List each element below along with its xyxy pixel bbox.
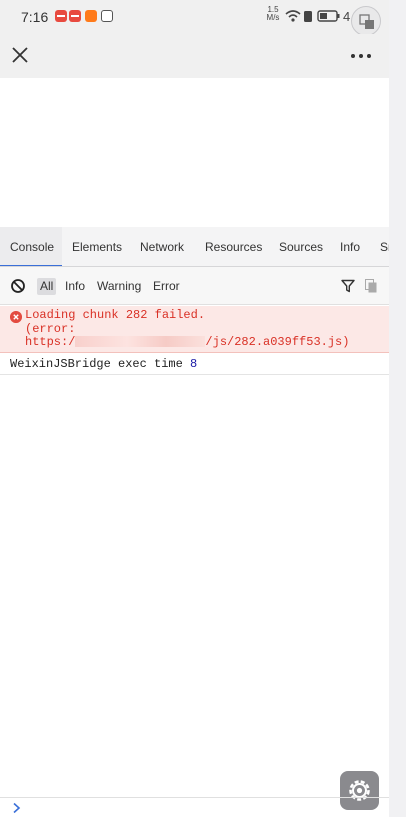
log-value: 8 xyxy=(190,357,198,371)
clear-console-icon[interactable] xyxy=(10,278,26,294)
filter-info[interactable]: Info xyxy=(65,278,85,295)
log-text: WeixinJSBridge exec time xyxy=(10,357,191,371)
error-line-1: Loading chunk 282 failed. xyxy=(25,308,206,322)
tab-resources[interactable]: Resources xyxy=(205,227,262,266)
wifi-icon xyxy=(285,10,301,22)
status-time: 7:16 xyxy=(21,9,49,25)
battery-icon xyxy=(317,10,340,22)
log-message: WeixinJSBridge exec time 8 xyxy=(10,357,197,371)
more-icon[interactable] xyxy=(349,44,373,68)
error-message: Loading chunk 282 failed. (error: https:/ /… xyxy=(25,308,349,350)
error-icon xyxy=(10,311,22,323)
copy-icon[interactable] xyxy=(365,279,377,293)
battery-level: 4 xyxy=(343,9,351,24)
status-bar: 7:16 1.5 M/s 4 xyxy=(0,0,389,36)
tab-elements[interactable]: Elements xyxy=(72,227,122,266)
tab-info[interactable]: Info xyxy=(340,227,360,266)
filter-error[interactable]: Error xyxy=(153,278,180,295)
close-icon[interactable] xyxy=(8,43,32,67)
translate-icon[interactable] xyxy=(351,6,381,36)
error-url-suffix[interactable]: /js/282.a039ff53.js) xyxy=(205,335,349,349)
console-input-row[interactable] xyxy=(0,797,389,817)
nfc-icon xyxy=(101,10,113,22)
tab-snippets[interactable]: Sn xyxy=(380,227,389,266)
devtools-tab-bar: Console Elements Network Resources Sourc… xyxy=(0,227,389,267)
funnel-icon[interactable] xyxy=(341,279,355,293)
console-error-entry[interactable]: Loading chunk 282 failed. (error: https:/ /… xyxy=(0,306,389,353)
tab-network[interactable]: Network xyxy=(140,227,184,266)
network-speed: 1.5 M/s xyxy=(266,6,280,22)
error-url-prefix: https:/ xyxy=(25,335,76,349)
webview-title-bar xyxy=(0,34,389,78)
console-log-entry[interactable]: WeixinJSBridge exec time 8 xyxy=(0,353,389,375)
tab-sources[interactable]: Sources xyxy=(279,227,323,266)
console-filter-bar: All Info Warning Error xyxy=(0,267,389,305)
network-speed-unit: M/s xyxy=(266,13,280,22)
error-line-2: (error: xyxy=(25,321,76,336)
chevron-right-icon xyxy=(13,802,21,814)
notification-icon xyxy=(85,10,97,22)
notification-icon xyxy=(69,10,81,22)
screen-edge xyxy=(389,0,406,817)
system-status-icons xyxy=(285,10,340,22)
filter-warning[interactable]: Warning xyxy=(97,278,141,295)
sim-icon xyxy=(304,11,312,22)
filter-all[interactable]: All xyxy=(37,278,57,295)
notification-icon xyxy=(55,10,67,22)
tab-console[interactable]: Console xyxy=(0,227,62,266)
redacted-url-segment xyxy=(75,336,206,348)
webview-frame: 7:16 1.5 M/s 4 Console Elements Network … xyxy=(0,0,389,817)
